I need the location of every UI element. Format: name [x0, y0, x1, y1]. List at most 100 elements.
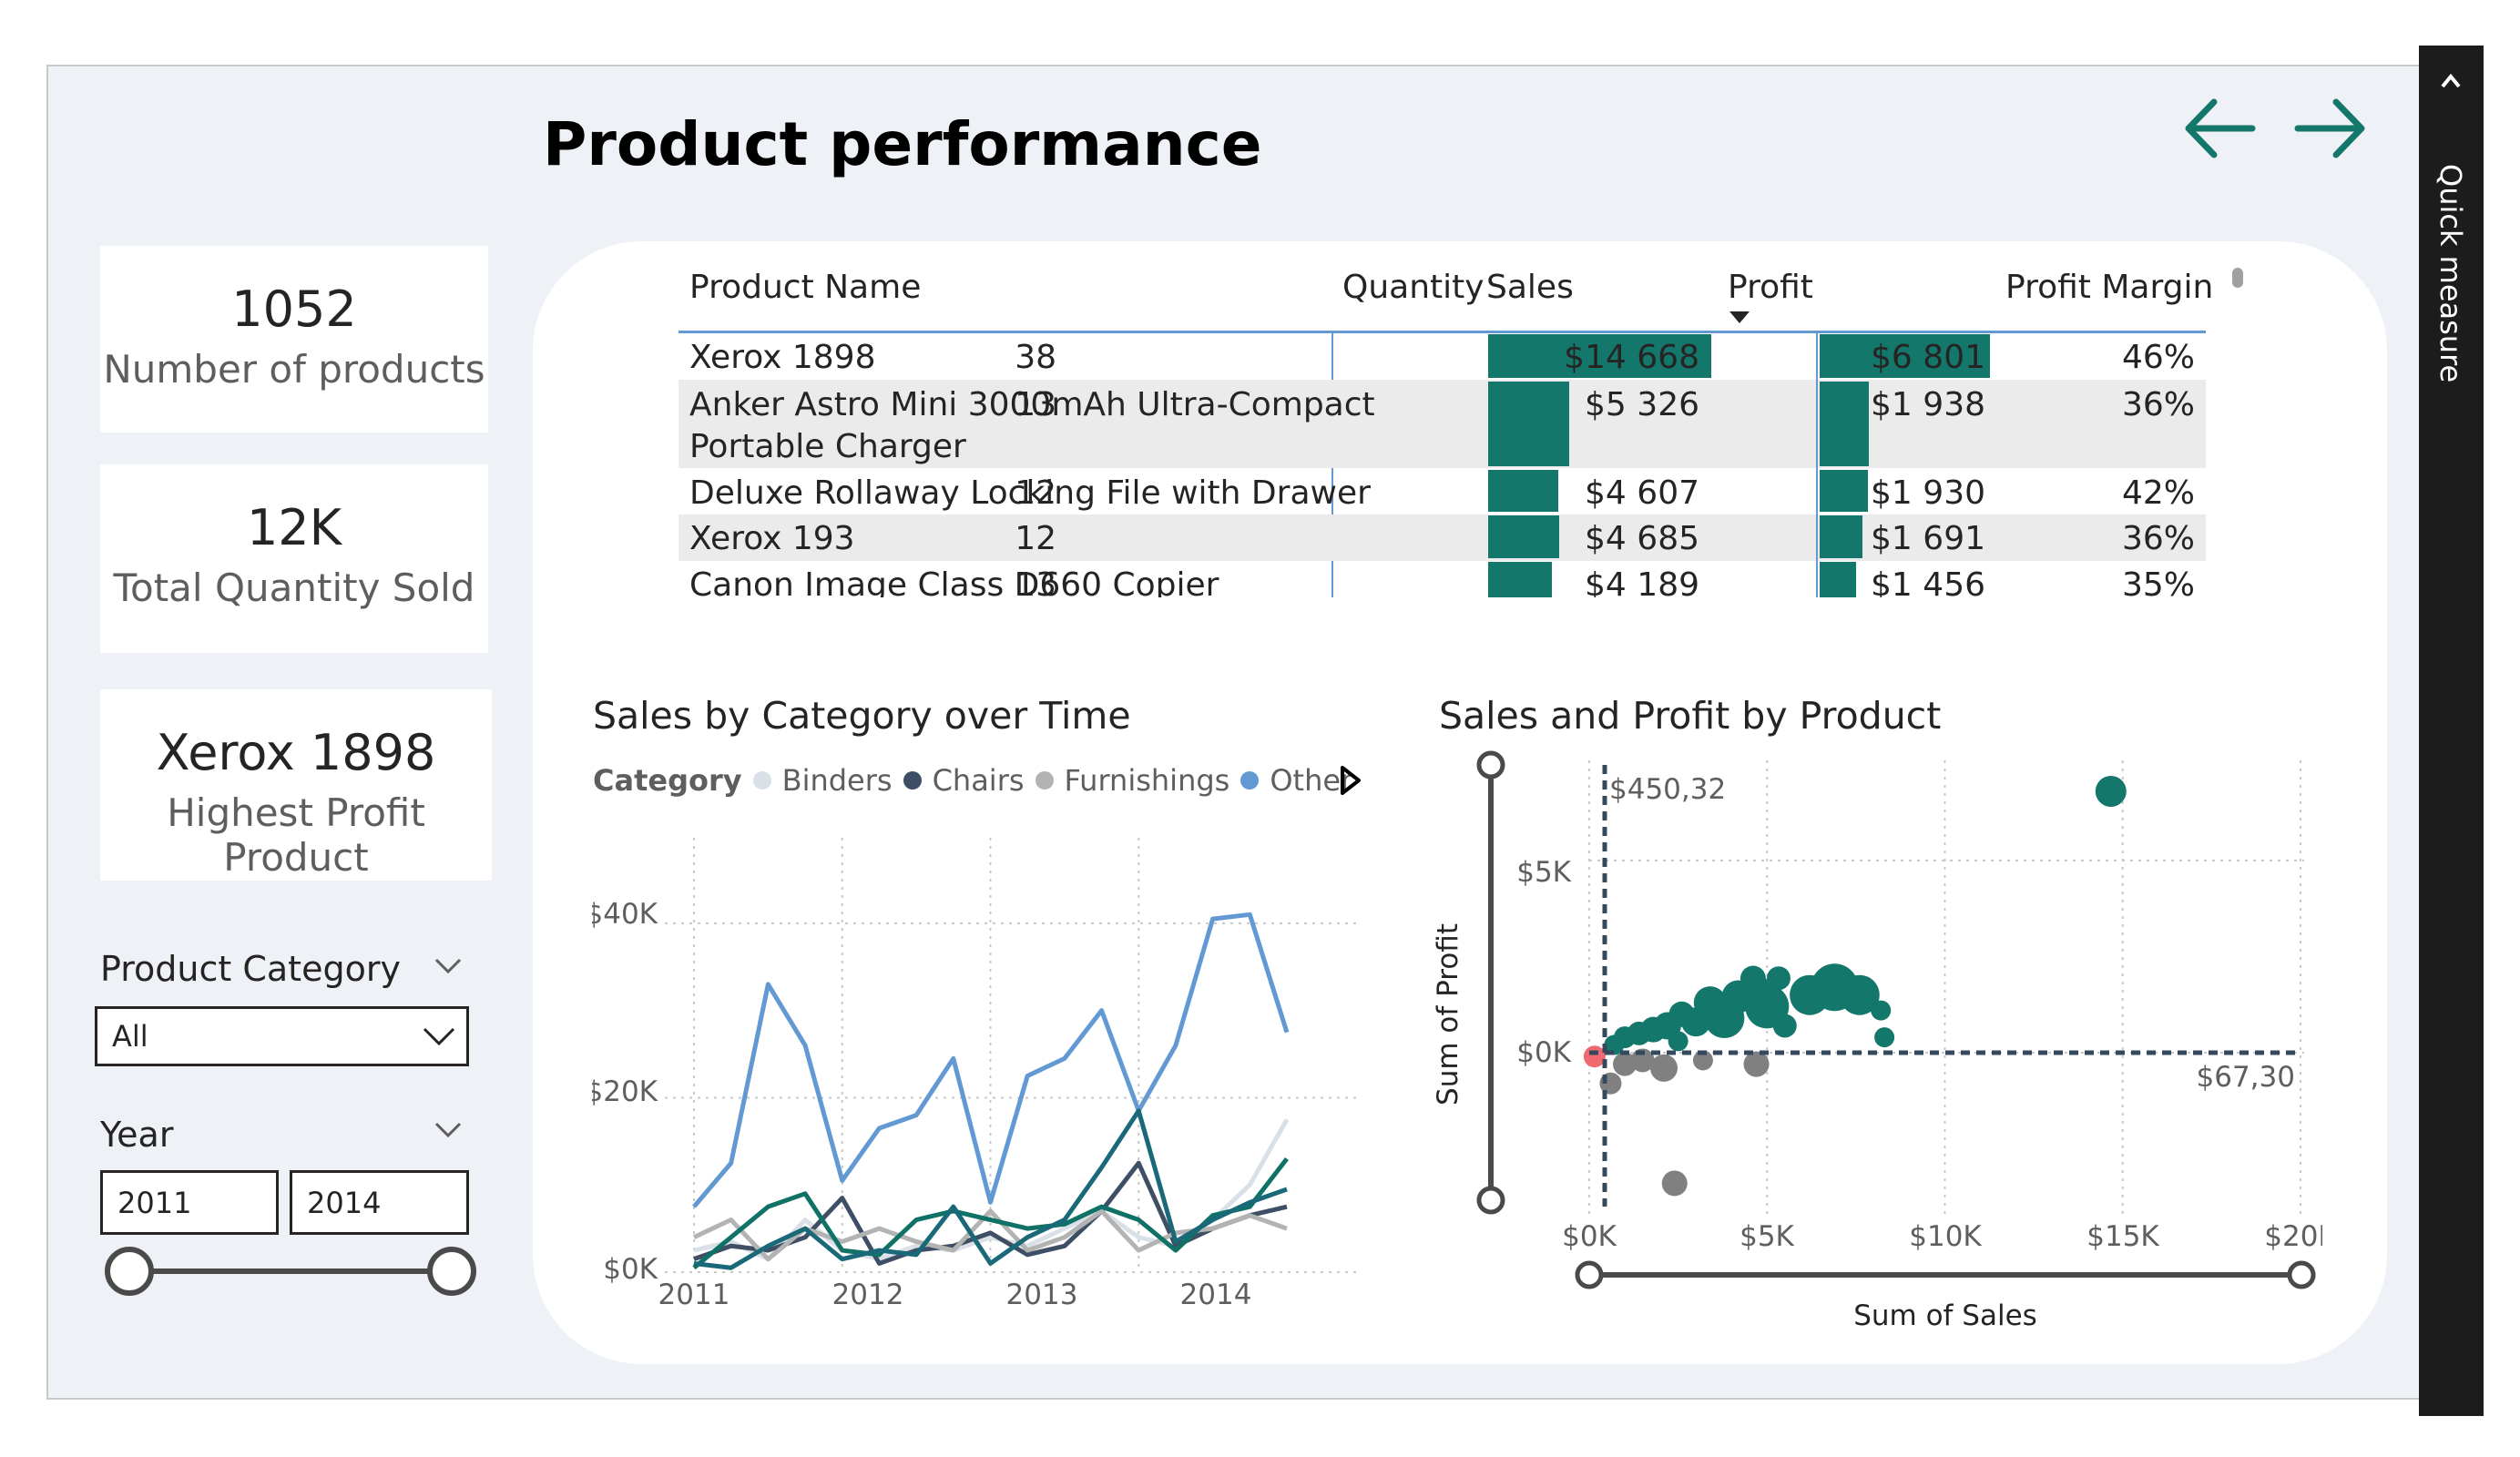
sales-bar — [1488, 382, 1569, 466]
category-slicer-label: Product Category — [100, 949, 401, 989]
product-name-cell[interactable]: Canon Image Class D660 Copier — [689, 566, 1219, 597]
scatter-point[interactable] — [1661, 1170, 1688, 1197]
legend-item-furnishings[interactable]: Furnishings — [1065, 763, 1230, 798]
category-dropdown[interactable]: All — [95, 1006, 469, 1066]
x-tick-label: $0K — [1562, 1220, 1617, 1253]
x-tick-label: $15K — [2086, 1220, 2159, 1253]
scatter-point[interactable] — [1772, 1014, 1797, 1038]
scatter-point[interactable] — [1613, 1052, 1637, 1076]
x-tick-label: $10K — [1909, 1220, 1982, 1253]
x-zoom-handle[interactable] — [1575, 1260, 1604, 1289]
profit-cell: $1 930 — [1871, 474, 1985, 512]
category-dropdown-value: All — [112, 1019, 148, 1054]
profit-reference-label: $67,30 — [2197, 1061, 2295, 1094]
table-scrollbar[interactable] — [2232, 268, 2243, 288]
quick-measure-label[interactable]: Quick measure — [2433, 164, 2468, 382]
profit-bar — [1820, 562, 1856, 597]
margin-cell: 42% — [2121, 474, 2195, 512]
legend-dot — [1035, 771, 1054, 790]
margin-cell: 36% — [2121, 520, 2195, 557]
forward-arrow-icon[interactable] — [2290, 89, 2369, 168]
profit-cell: $1 691 — [1871, 520, 1985, 557]
quantity-cell: 13 — [1015, 566, 1056, 597]
kpi-label: Number of products — [103, 347, 485, 392]
scatter-point[interactable] — [1743, 1051, 1770, 1077]
x-tick-label: 2014 — [1180, 1279, 1252, 1311]
year-to-input[interactable]: 2014 — [290, 1170, 469, 1235]
kpi-label: Total Quantity Sold — [113, 565, 475, 610]
year-from-input[interactable]: 2011 — [100, 1170, 279, 1235]
profit-cell: $1 456 — [1871, 566, 1985, 597]
column-divider — [1816, 333, 1818, 597]
x-tick-label: 2013 — [1006, 1279, 1078, 1311]
sales-cell: $4 189 — [1585, 566, 1699, 597]
line-chart-legend: Category Binders Chairs Furnishings Othe… — [593, 763, 1352, 798]
scatter-point[interactable] — [2095, 775, 2127, 807]
year-slider-end-handle[interactable] — [427, 1247, 476, 1296]
product-name-cell[interactable]: Xerox 193 — [689, 520, 855, 557]
sort-descending-icon[interactable] — [1728, 310, 1751, 326]
table-body: Xerox 1898 38 $14 668 $6 801 46% Anker A… — [678, 333, 2206, 597]
kpi-card-total-quantity: 12K Total Quantity Sold — [100, 464, 488, 653]
back-arrow-icon[interactable] — [2181, 89, 2260, 168]
margin-cell: 36% — [2121, 386, 2195, 423]
product-name-cell[interactable]: Xerox 1898 — [689, 339, 876, 376]
quantity-cell: 12 — [1015, 474, 1056, 512]
scatter-point[interactable] — [1583, 1045, 1606, 1068]
year-slider-start-handle[interactable] — [105, 1247, 154, 1296]
y-tick-label: $40K — [592, 898, 658, 931]
legend-dot — [903, 771, 922, 790]
page-title: Product performance — [543, 109, 1262, 179]
sales-reference-label: $450,32 — [1609, 773, 1726, 806]
sales-bar — [1488, 515, 1559, 558]
x-zoom-handle[interactable] — [2287, 1260, 2316, 1289]
x-axis-title: Sum of Sales — [1853, 1299, 2037, 1332]
quantity-cell: 12 — [1015, 520, 1056, 557]
y-zoom-handle[interactable] — [1476, 1186, 1505, 1215]
column-header-profit[interactable]: Profit — [1728, 269, 1813, 306]
x-tick-label: $5K — [1740, 1220, 1794, 1253]
legend-item-chairs[interactable]: Chairs — [933, 763, 1025, 798]
scatter-point[interactable] — [1871, 1000, 1892, 1021]
quick-measure-panel[interactable]: Quick measure — [2419, 46, 2484, 1416]
scatter-point[interactable] — [1668, 1031, 1689, 1052]
scatter-chart-title: Sales and Profit by Product — [1439, 694, 1942, 738]
y-tick-label: $0K — [603, 1253, 658, 1286]
legend-dot — [1240, 771, 1260, 790]
column-header-quantity[interactable]: Quantity — [1342, 269, 1484, 306]
legend-item-binders[interactable]: Binders — [782, 763, 893, 798]
y-tick-label: $20K — [592, 1075, 658, 1108]
kpi-value: Xerox 1898 — [156, 724, 436, 781]
y-tick-label: $0K — [1516, 1036, 1571, 1069]
chevron-down-icon[interactable] — [421, 1024, 457, 1049]
scatter-point[interactable] — [1790, 974, 1831, 1015]
legend-next-page-icon[interactable] — [1339, 765, 1362, 796]
chevron-down-icon[interactable] — [434, 1118, 463, 1140]
kpi-value: 12K — [246, 499, 342, 556]
product-name-cell-line2[interactable]: Portable Charger — [689, 428, 966, 465]
column-header-product-name[interactable]: Product Name — [689, 269, 921, 306]
sales-bar — [1488, 562, 1552, 597]
kpi-label: Highest Profit Product — [167, 790, 425, 880]
scatter-point[interactable] — [1874, 1027, 1895, 1048]
x-tick-label: $20K — [2264, 1220, 2322, 1253]
year-slicer-label: Year — [100, 1115, 174, 1155]
year-range-slider[interactable] — [100, 1243, 483, 1299]
y-zoom-handle[interactable] — [1476, 750, 1505, 779]
sales-cell: $4 607 — [1585, 474, 1699, 512]
sales-bar — [1488, 470, 1558, 512]
profit-cell: $6 801 — [1871, 339, 1985, 376]
chevron-up-icon[interactable] — [2439, 71, 2463, 91]
line-chart[interactable]: $40K $20K $0K 2011 2012 2013 2014 — [592, 820, 1366, 1320]
margin-cell: 46% — [2121, 339, 2195, 376]
scatter-chart[interactable]: Sum of Profit Sum of Sales $5K $0K $0K $… — [1430, 742, 2322, 1343]
legend-dot — [752, 771, 771, 790]
kpi-card-highest-profit-product: Xerox 1898 Highest Profit Product — [100, 689, 492, 881]
kpi-card-number-of-products: 1052 Number of products — [100, 246, 488, 433]
scatter-point[interactable] — [1650, 1054, 1678, 1082]
column-header-sales[interactable]: Sales — [1486, 269, 1574, 306]
margin-cell: 35% — [2121, 566, 2195, 597]
column-header-profit-margin[interactable]: Profit Margin — [2005, 269, 2213, 306]
chevron-down-icon[interactable] — [434, 954, 463, 976]
quantity-cell: 38 — [1015, 339, 1056, 376]
